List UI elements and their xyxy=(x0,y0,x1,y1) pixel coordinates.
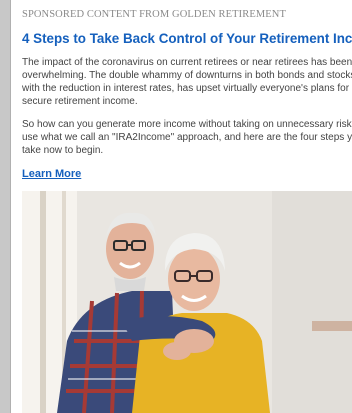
article-paragraph-2: So how can you generate more income with… xyxy=(22,118,352,157)
article-headline[interactable]: 4 Steps to Take Back Control of Your Ret… xyxy=(22,31,352,46)
paragraph-line: with the reduction in interest rates, ha… xyxy=(22,83,352,94)
learn-more-link[interactable]: Learn More xyxy=(22,168,81,180)
hands xyxy=(163,342,191,360)
window-frame xyxy=(40,191,46,413)
paragraph-line: secure retirement income. xyxy=(22,96,138,107)
couple-photo-illustration xyxy=(22,191,352,413)
hero-photo[interactable] xyxy=(22,191,352,413)
background-wall xyxy=(272,191,352,413)
sponsored-article-card: SPONSORED CONTENT FROM GOLDEN RETIREMENT… xyxy=(11,0,352,413)
paragraph-line: The impact of the coronavirus on current… xyxy=(22,57,352,68)
article-paragraph-1: The impact of the coronavirus on current… xyxy=(22,56,352,108)
paragraph-line: use what we call an "IRA2Income" approac… xyxy=(22,132,352,143)
paragraph-line: So how can you generate more income with… xyxy=(22,119,352,130)
sponsor-label: SPONSORED CONTENT FROM GOLDEN RETIREMENT xyxy=(22,9,286,20)
paragraph-line: take now to begin. xyxy=(22,145,104,156)
paragraph-line: overwhelming. The double whammy of downt… xyxy=(22,70,352,81)
